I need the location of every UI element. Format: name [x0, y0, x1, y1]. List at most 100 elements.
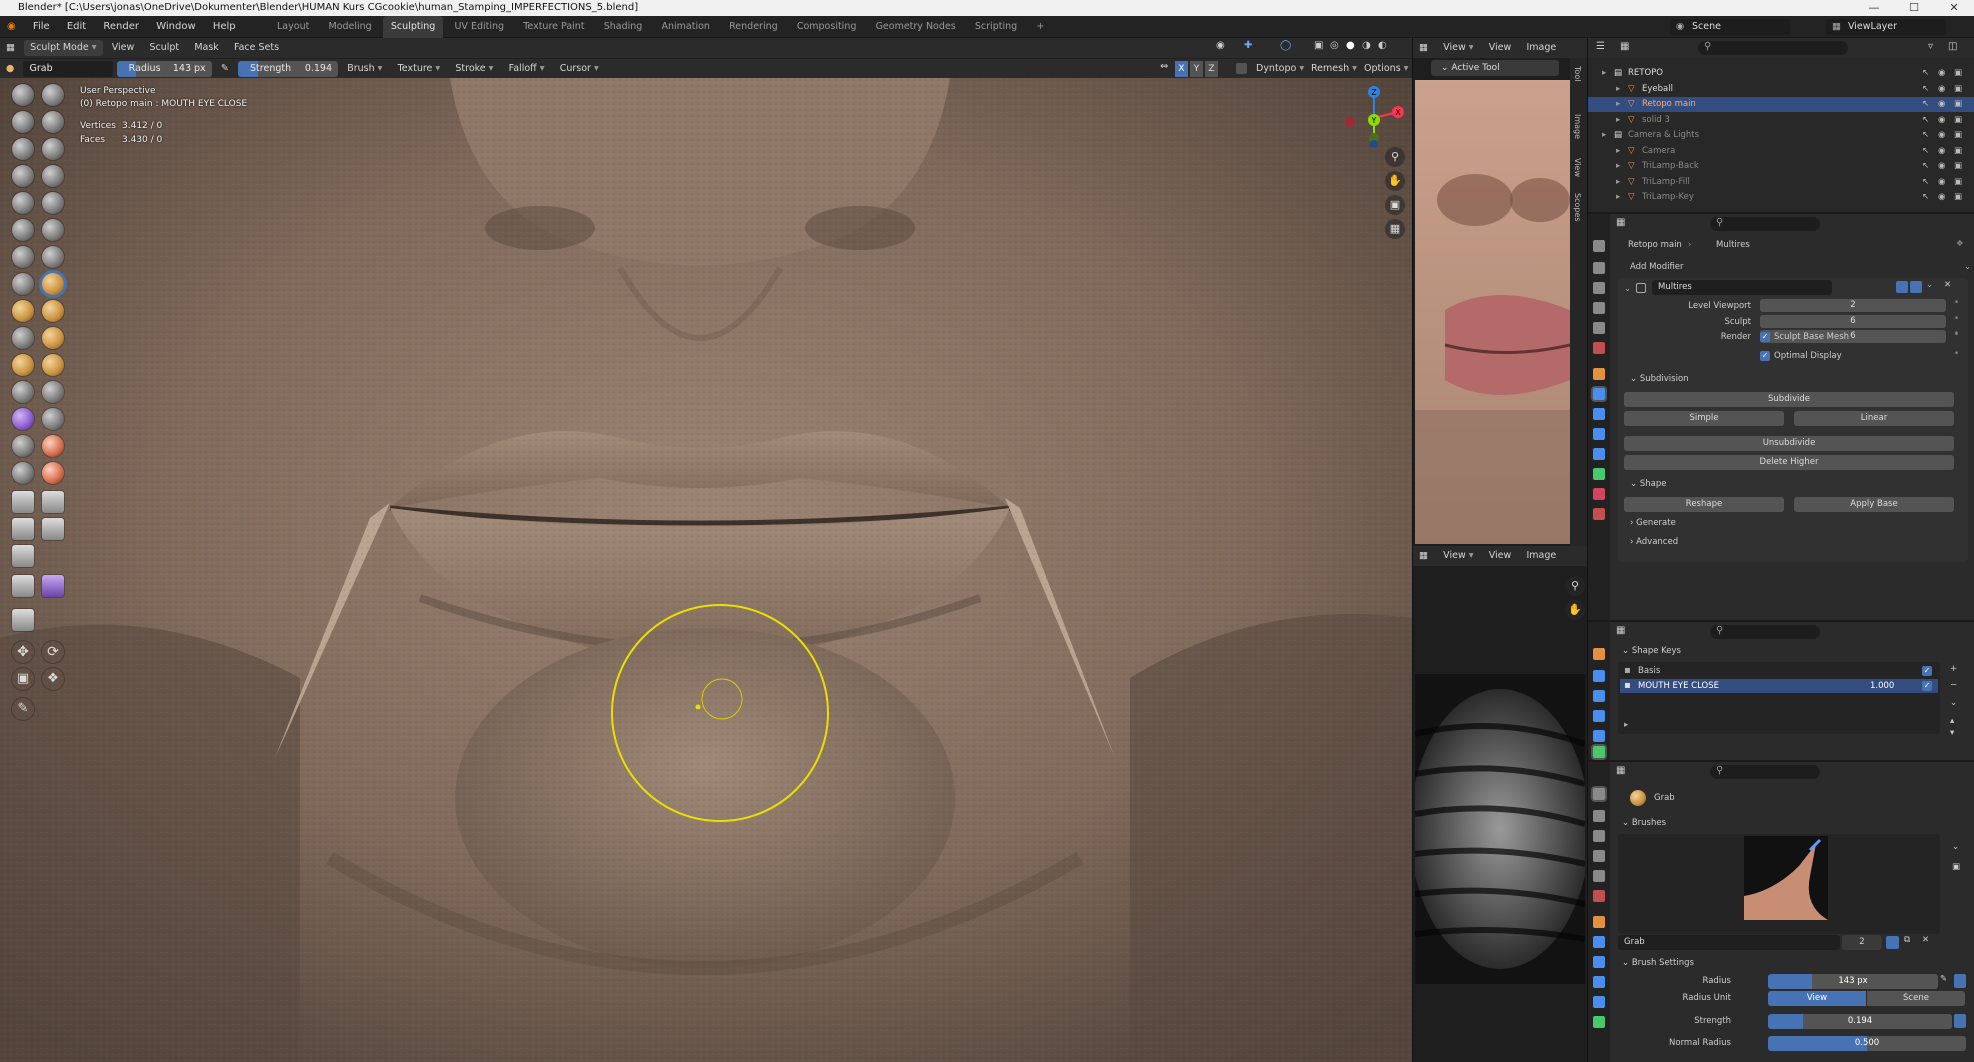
tool-tab-icon[interactable]	[1593, 788, 1605, 800]
sidebar-tab-view[interactable]: View	[1573, 158, 1582, 177]
modifier-tab-icon[interactable]	[1593, 670, 1605, 682]
output-tab-icon[interactable]	[1593, 282, 1605, 294]
brush-menu[interactable]: Brush	[341, 61, 388, 77]
crease-brush-icon[interactable]	[12, 192, 34, 214]
rotate-brush-icon[interactable]	[42, 354, 64, 376]
visibility-eye-icon[interactable]: ◉	[1938, 82, 1945, 97]
box-trim-icon[interactable]	[42, 518, 64, 540]
tab-compositing[interactable]: Compositing	[789, 16, 865, 38]
selectable-arrow-icon[interactable]: ↖	[1922, 97, 1929, 112]
sculpt-base-mesh-checkbox[interactable]: ✓	[1760, 332, 1770, 342]
properties-search-input[interactable]: ⚲	[1710, 625, 1820, 639]
move-down-icon[interactable]: ▾	[1950, 728, 1954, 738]
tab-layout[interactable]: Layout	[269, 16, 317, 38]
modifier-name-field[interactable]: Multires	[1652, 280, 1832, 295]
cursor-menu[interactable]: Cursor	[554, 61, 605, 77]
shape-key-row-mouth-eye-close[interactable]: ▪ MOUTH EYE CLOSE 1.000 ✓	[1620, 679, 1938, 693]
tab-shading[interactable]: Shading	[596, 16, 651, 38]
layer-brush-icon[interactable]	[42, 138, 64, 160]
tab-texture-paint[interactable]: Texture Paint	[515, 16, 592, 38]
unsubdivide-button[interactable]: Unsubdivide	[1624, 436, 1954, 451]
outliner-row[interactable]: ▸ ▤ Camera & Lights ↖ ◉ ▣	[1588, 128, 1974, 143]
tab-geometry-nodes[interactable]: Geometry Nodes	[868, 16, 964, 38]
render-camera-icon[interactable]: ▣	[1954, 82, 1962, 97]
brushes-section[interactable]: ⌄ Brushes	[1622, 818, 1666, 828]
collapse-chevron-icon[interactable]: ⌄	[1624, 284, 1631, 294]
world-tab-icon[interactable]	[1593, 342, 1605, 354]
dyntopo-checkbox[interactable]	[1236, 63, 1247, 74]
display-mode-icon[interactable]: ▦	[1620, 41, 1629, 52]
minimize-button[interactable]: —	[1854, 0, 1894, 16]
brush-name-field[interactable]: Grab	[1618, 935, 1840, 950]
mesh-filter-icon[interactable]	[12, 575, 34, 597]
outliner-row[interactable]: ▸ ▽ TriLamp-Back ↖ ◉ ▣	[1588, 159, 1974, 174]
data-tab-icon[interactable]	[1593, 1016, 1605, 1028]
stroke-menu[interactable]: Stroke	[449, 61, 499, 77]
properties-editor-icon[interactable]: ▦	[1616, 625, 1625, 636]
shading-wireframe-icon[interactable]: ◎	[1330, 40, 1339, 51]
mask-brush-icon[interactable]	[12, 435, 34, 457]
shape-key-mute-checkbox[interactable]: ✓	[1922, 666, 1932, 676]
line-project-icon[interactable]	[12, 545, 34, 567]
keyframe-dot-icon[interactable]: •	[1954, 314, 1959, 324]
sidebar-tab-tool[interactable]: Tool	[1573, 66, 1582, 82]
generate-section[interactable]: › Generate	[1630, 518, 1676, 528]
blob-brush-icon[interactable]	[42, 165, 64, 187]
optimal-display-checkbox[interactable]: ✓	[1760, 351, 1770, 361]
outliner-search-input[interactable]: ⚲	[1698, 41, 1848, 55]
tab-scripting[interactable]: Scripting	[967, 16, 1025, 38]
outliner-row[interactable]: ▸ ▽ solid 3 ↖ ◉ ▣	[1588, 113, 1974, 128]
outliner-editor-icon[interactable]: ☰	[1596, 41, 1605, 52]
modifier-tab-icon[interactable]	[1593, 936, 1605, 948]
close-button[interactable]: ✕	[1934, 0, 1974, 16]
subdivide-button[interactable]: Subdivide	[1624, 392, 1954, 407]
constraints-tab-icon[interactable]	[1593, 730, 1605, 742]
selectable-arrow-icon[interactable]: ↖	[1922, 175, 1929, 190]
constraints-tab-icon[interactable]	[1593, 448, 1605, 460]
keyframe-dot-icon[interactable]: •	[1954, 298, 1959, 308]
advanced-section[interactable]: › Advanced	[1630, 537, 1678, 547]
expand-arrow-icon[interactable]: ▸	[1616, 144, 1620, 159]
visibility-eye-icon[interactable]: ◉	[1938, 113, 1945, 128]
view-menu-2[interactable]: View	[1483, 548, 1518, 564]
particles-tab-icon[interactable]	[1593, 408, 1605, 420]
camera-view-icon[interactable]: ▣	[1385, 195, 1405, 215]
simplify-brush-icon[interactable]	[42, 408, 64, 430]
multiplane-scrape-brush-icon[interactable]	[42, 246, 64, 268]
render-camera-icon[interactable]: ▣	[1954, 66, 1962, 81]
modifier-options-icon[interactable]: ⌄	[1926, 280, 1933, 290]
menu-view[interactable]: View	[106, 40, 141, 56]
subdivision-section[interactable]: ⌄ Subdivision	[1630, 374, 1689, 384]
shape-keys-section[interactable]: ⌄ Shape Keys	[1622, 646, 1681, 656]
particles-tab-icon[interactable]	[1593, 956, 1605, 968]
draw-brush-icon[interactable]	[12, 84, 34, 106]
world-tab-icon[interactable]	[1593, 890, 1605, 902]
tab-uv-editing[interactable]: UV Editing	[446, 16, 512, 38]
menu-sculpt[interactable]: Sculpt	[143, 40, 185, 56]
multires-displacement-smear-icon[interactable]	[42, 462, 64, 484]
data-tab-icon[interactable]	[1593, 468, 1605, 480]
chevron-down-icon[interactable]: ⌄	[1964, 262, 1971, 272]
shape-section[interactable]: ⌄ Shape	[1630, 479, 1666, 489]
editor-type-icon[interactable]: ▦	[1413, 40, 1434, 56]
filter-icon[interactable]: ▿	[1928, 41, 1933, 52]
selectable-arrow-icon[interactable]: ↖	[1922, 159, 1929, 174]
render-toggle-icon[interactable]	[1910, 281, 1922, 293]
nudge-brush-icon[interactable]	[12, 354, 34, 376]
visibility-eye-icon[interactable]: ◉	[1938, 97, 1945, 112]
tool-tab-icon[interactable]	[1593, 240, 1605, 252]
maximize-button[interactable]: ☐	[1894, 0, 1934, 16]
symmetry-y-toggle[interactable]: Y	[1190, 61, 1203, 77]
texture-tab-icon[interactable]	[1593, 508, 1605, 520]
outliner[interactable]: ☰ ▦ ⚲ ▿ ◫ ▸ ▤ RETOPO ↖ ◉ ▣ ▸ ▽ Eyeball ↖ ◉ ▣ ▸ ▽ Retop…	[1588, 38, 1974, 212]
physics-tab-icon[interactable]	[1593, 428, 1605, 440]
add-shape-key-icon[interactable]: +	[1950, 664, 1957, 674]
clay-brush-icon[interactable]	[12, 111, 34, 133]
scene-tab-icon[interactable]	[1593, 870, 1605, 882]
object-tab-icon[interactable]	[1593, 648, 1605, 660]
strength-field[interactable]: Strength 0.194	[238, 61, 339, 77]
physics-tab-icon[interactable]	[1593, 976, 1605, 988]
multires-field-value[interactable]: 6	[1760, 314, 1946, 328]
multires-displacement-eraser-icon[interactable]	[12, 462, 34, 484]
menu-file[interactable]: File	[26, 16, 57, 38]
